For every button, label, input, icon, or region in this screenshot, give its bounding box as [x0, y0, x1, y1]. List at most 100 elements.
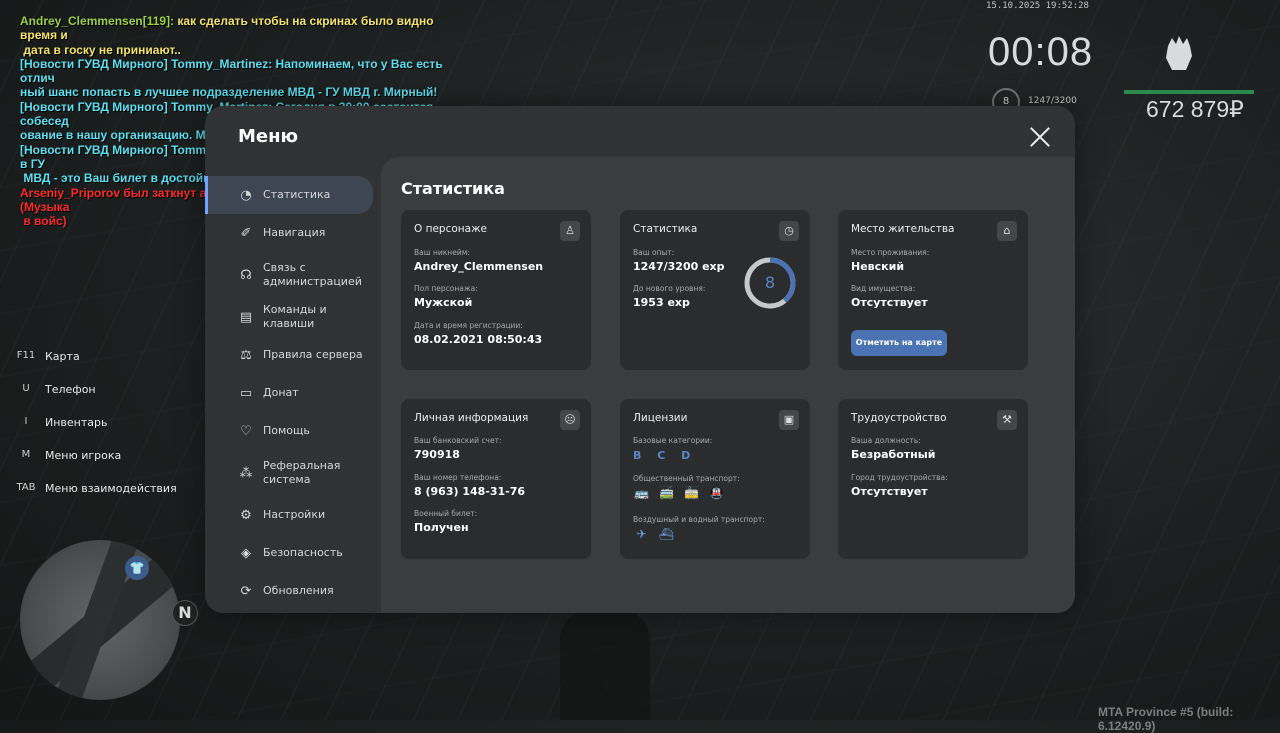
level-number: 8: [764, 273, 776, 292]
timer-display: 00:08: [988, 30, 1094, 74]
field-value: Мужской: [414, 296, 473, 309]
tram-icon: 🚋: [684, 486, 699, 500]
minimap[interactable]: [20, 540, 180, 700]
chat-message: [Новости ГУВД Мирного] Tommy_Martinez: Н…: [20, 57, 460, 100]
air-water-transport-icons: ✈ ⛴: [633, 527, 675, 541]
sidebar-item[interactable]: ⚖ Правила сервера: [205, 336, 381, 374]
sidebar-item-label: Связь с администрацией: [263, 261, 362, 288]
field-value: 8 (963) 148-31-76: [414, 485, 526, 498]
field-label: Ваш банковский счет:: [414, 436, 502, 445]
field-label: Ваш опыт:: [633, 248, 675, 257]
hotkey-key: I: [24, 416, 28, 427]
sidebar-item-label: Навигация: [263, 226, 326, 239]
shield-icon: ◈: [241, 545, 251, 561]
sidebar-item-label: Донат: [263, 386, 299, 399]
card-title: Трудоустройство: [851, 412, 947, 424]
sidebar-item[interactable]: ⟳ Обновления: [205, 572, 381, 610]
trolleybus-icon: 🚎: [659, 486, 674, 500]
chat-message-part: Andrey_Clemmensen[119]:: [20, 14, 175, 28]
sidebar-item[interactable]: ⚙ Настройки: [205, 496, 381, 534]
bus-icon: 🚌: [634, 486, 649, 500]
field-label: Ваша должность:: [851, 436, 921, 445]
hud-exp-text: 1247/3200: [1028, 96, 1077, 106]
document-icon: ▤: [239, 309, 253, 325]
sidebar-item[interactable]: ◈ Безопасность: [205, 534, 381, 572]
phone-field: Ваш номер телефона: 8 (963) 148-31-76: [414, 473, 525, 498]
hotkey-label: Карта: [45, 350, 80, 363]
sidebar-item[interactable]: ▭ Донат: [205, 374, 381, 412]
sidebar-item-label: Настройки: [263, 508, 326, 521]
field-label: Пол персонажа:: [414, 284, 478, 293]
field-label: Город трудоустройства:: [851, 473, 948, 482]
fist-icon: [1166, 36, 1192, 70]
registration-field: Дата и время регистрации: 08.02.2021 08:…: [414, 321, 542, 346]
menu-content: Статистика О персонаже ♙ Ваш никнейм: An…: [381, 157, 1075, 613]
license-icon: ▣: [779, 410, 799, 430]
house-icon: ⌂: [997, 221, 1017, 241]
sidebar-item[interactable]: ☊ Связь с администрацией: [205, 252, 381, 298]
base-categories-field: Базовые категории:: [633, 436, 712, 445]
field-value: Отсутствует: [851, 485, 928, 498]
mark-on-map-button[interactable]: Отметить на карте: [851, 330, 947, 356]
pie-chart-icon: ◔: [240, 187, 252, 203]
compass-icon: ✐: [240, 225, 252, 241]
chat-message-part: [Новости ГУВД Мирного] Tommy_Martinez: Н…: [20, 56, 443, 100]
face-icon: ☹: [560, 410, 580, 430]
gear-icon: ⚙: [240, 507, 252, 523]
field-label: Базовые категории:: [633, 436, 713, 445]
hotkey-key: M: [21, 449, 31, 460]
sidebar-item-label: Обновления: [263, 584, 334, 597]
sidebar-item[interactable]: ⁂ Реферальная система: [205, 450, 381, 496]
military-id-field: Военный билет: Получен: [414, 509, 477, 534]
hotkey-key: TAB: [16, 482, 36, 493]
field-value: 1247/3200 exp: [633, 260, 725, 273]
menu-sidebar: ◔ Статистика ✐ Навигация ☊ Связь с администра…: [205, 176, 381, 610]
card-employment: Трудоустройство ⚒ Ваша должность: Безраб…: [838, 399, 1028, 559]
field-value: Andrey_Clemmensen: [414, 260, 544, 273]
card-statistics: Статистика ◷ Ваш опыт: 1247/3200 exp До …: [620, 210, 810, 370]
hotkey-label: Телефон: [45, 383, 96, 396]
background-character: [560, 610, 650, 720]
clock-icon: ◷: [779, 221, 799, 241]
wallet-icon: ▭: [239, 385, 253, 401]
sidebar-item[interactable]: ♡ Помощь: [205, 412, 381, 450]
air-water-transport-field: Воздушный и водный транспорт:: [633, 515, 765, 524]
scales-icon: ⚖: [240, 347, 252, 363]
build-info: MTA Province #5 (build: 6.12420.9): [1098, 705, 1234, 733]
chat-message: Andrey_Clemmensen[119]: как сделать чтоб…: [20, 14, 460, 57]
menu-window: Меню ◔ Статистика ✐ Навигация ☊ Связь с админ…: [205, 106, 1075, 613]
field-value: 1953 exp: [633, 296, 690, 309]
sidebar-item[interactable]: ◔ Статистика: [205, 176, 373, 214]
job-position-field: Ваша должность: Безработный: [851, 436, 935, 461]
field-label: Дата и время регистрации:: [414, 321, 523, 330]
field-label: Воздушный и водный транспорт:: [633, 515, 765, 524]
property-type-field: Вид имущества: Отсутствует: [851, 284, 928, 309]
compass-north: N: [172, 600, 198, 626]
field-value: Отсутствует: [851, 296, 928, 309]
sidebar-item-label: Помощь: [263, 424, 310, 437]
hotkey-label: Меню игрока: [45, 449, 122, 462]
hammer-icon: ⚒: [997, 410, 1017, 430]
sidebar-item[interactable]: ✐ Навигация: [205, 214, 381, 252]
license-categories: B C D: [633, 449, 697, 462]
field-label: Ваш номер телефона:: [414, 473, 502, 482]
sidebar-item[interactable]: ▤ Команды и клавиши: [205, 298, 381, 336]
card-title: Личная информация: [414, 412, 529, 424]
metro-icon: 🚇: [709, 486, 724, 500]
card-personal-info: Личная информация ☹ Ваш банковский счет:…: [401, 399, 591, 559]
public-transport-field: Общественный транспорт:: [633, 474, 740, 483]
hotkey-label: Меню взаимодействия: [45, 482, 177, 495]
residence-place-field: Место проживания: Невский: [851, 248, 929, 273]
field-label: Общественный транспорт:: [633, 474, 740, 483]
airplane-icon: ✈: [636, 527, 647, 541]
stamp-icon: ♙: [560, 221, 580, 241]
close-button[interactable]: [1025, 124, 1055, 154]
update-icon: ⟳: [240, 583, 252, 599]
sidebar-item-label: Реферальная система: [263, 459, 341, 486]
card-licenses: Лицензии ▣ Базовые категории: B C D Обще…: [620, 399, 810, 559]
sidebar-item-label: Статистика: [263, 188, 331, 201]
headset-icon: ☊: [240, 267, 252, 283]
shirt-icon: 👕: [125, 556, 149, 580]
hotkey-key: U: [22, 383, 30, 394]
next-level-field: До нового уровня: 1953 exp: [633, 284, 705, 309]
